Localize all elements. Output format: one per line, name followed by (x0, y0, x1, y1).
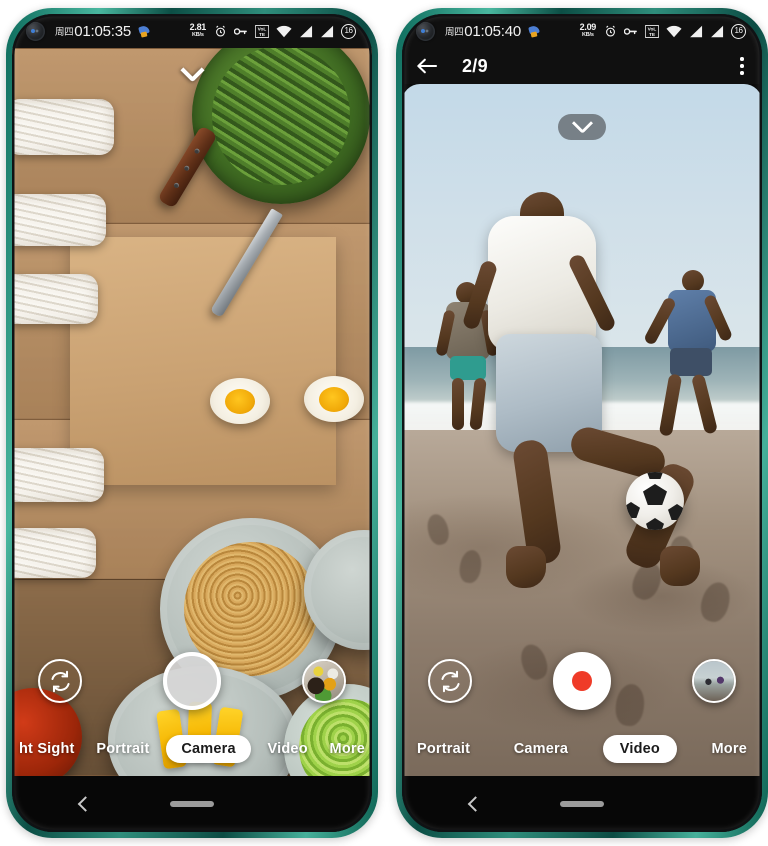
wifi-icon (666, 25, 682, 37)
status-bar-left: 周四 01:05:35 2.81 KB/s VoL TE 16 (12, 14, 372, 48)
camera-viewfinder-left[interactable]: ht Sight Portrait Camera Video More (12, 48, 372, 776)
noodle-bundle (12, 193, 106, 246)
mode-video[interactable]: Video (602, 735, 677, 763)
network-speed-unit: KB/s (581, 32, 594, 39)
camera-controls-left (12, 652, 372, 710)
collapse-viewfinder-button-left[interactable] (173, 57, 211, 86)
camera-flip-button-right[interactable] (428, 659, 472, 703)
mode-portrait[interactable]: Portrait (91, 735, 154, 763)
status-day-right: 周四 (445, 27, 464, 38)
home-pill-icon[interactable] (170, 801, 214, 807)
status-time-left: 01:05:35 (74, 22, 131, 40)
navigation-bar-right (402, 776, 762, 832)
overflow-menu-icon[interactable] (736, 53, 748, 79)
signal-1-icon (690, 25, 703, 37)
mode-video[interactable]: Video (263, 735, 313, 763)
svg-text:VoL: VoL (648, 26, 657, 32)
battery-level-left: 16 (344, 26, 353, 35)
cutting-board (69, 237, 336, 485)
mode-more[interactable]: More (703, 735, 756, 763)
signal-1-icon (300, 25, 313, 37)
record-dot-icon (572, 671, 592, 691)
status-icons-right: 2.09 KB/s VoL TE 16 (580, 23, 746, 39)
noodle-bundle (12, 448, 104, 503)
network-speed-value: 2.09 (579, 22, 597, 33)
mode-more[interactable]: More (325, 735, 370, 763)
phone-right-screen: 周四 01:05:40 2.09 KB/s VoL TE 16 2/9 Port… (402, 14, 762, 832)
status-icons-left: 2.81 KB/s VoL TE 16 (190, 23, 356, 39)
volte-icon: VoLTE (645, 24, 659, 38)
noodle-bundle (12, 273, 98, 324)
alarm-icon (606, 25, 615, 37)
boiled-egg (304, 376, 364, 422)
wifi-icon (276, 25, 292, 37)
noodle-bundle (12, 98, 114, 155)
phone-left-screen: 周四 01:05:35 2.81 KB/s VoL TE 16 ht Sight… (12, 14, 372, 832)
home-pill-icon[interactable] (560, 801, 604, 807)
mode-camera[interactable]: Camera (166, 735, 251, 763)
camera-flip-icon (440, 670, 460, 692)
network-speed-left: 2.81 KB/s (189, 22, 207, 39)
status-time-right: 01:05:40 (464, 22, 521, 40)
thumbnail-image-beach (694, 661, 734, 701)
network-speed-value: 2.81 (189, 22, 207, 33)
thumbnail-image-spices (304, 661, 344, 701)
camera-flip-button-left[interactable] (38, 659, 82, 703)
signal-2-icon (711, 25, 724, 37)
network-speed-unit: KB/s (191, 32, 204, 39)
front-camera-punchhole (26, 21, 45, 41)
camera-viewfinder-right[interactable]: Portrait Camera Video More (402, 84, 762, 776)
back-chevron-icon[interactable] (77, 796, 94, 812)
boiled-egg (210, 378, 270, 424)
noodle-bundle (12, 528, 96, 579)
gallery-thumbnail-right[interactable] (692, 659, 736, 703)
phone-right: 周四 01:05:40 2.09 KB/s VoL TE 16 2/9 Port… (396, 8, 768, 838)
camera-flip-icon (50, 670, 70, 692)
shutter-wrap-left (82, 652, 302, 710)
shutter-wrap-right (472, 652, 692, 710)
svg-text:VoL: VoL (258, 26, 267, 32)
key-icon (624, 27, 637, 35)
chevron-down-icon (179, 57, 205, 82)
battery-indicator-left: 16 (341, 23, 356, 39)
front-camera-punchhole (416, 21, 435, 41)
status-day-left: 周四 (55, 27, 74, 38)
video-record-button[interactable] (553, 652, 611, 710)
navigation-bar-left (12, 776, 372, 832)
battery-level-right: 16 (734, 26, 743, 35)
mode-night-sight[interactable]: ht Sight (14, 735, 80, 763)
svg-text:TE: TE (259, 31, 265, 37)
volte-icon: VoLTE (255, 24, 269, 38)
battery-indicator-right: 16 (731, 23, 746, 39)
back-arrow-icon[interactable] (416, 57, 438, 75)
key-icon (234, 27, 247, 35)
page-title: 2/9 (462, 55, 488, 76)
screenshot-stage: 周四 01:05:35 2.81 KB/s VoL TE 16 ht Sight… (0, 0, 768, 846)
alarm-icon (216, 25, 225, 37)
bird-app-icon (138, 25, 151, 38)
bird-app-icon (528, 25, 541, 38)
camera-mode-bar-right: Portrait Camera Video More (402, 732, 762, 766)
mode-camera[interactable]: Camera (505, 735, 577, 763)
photo-shutter-button[interactable] (163, 652, 221, 710)
mode-portrait[interactable]: Portrait (408, 735, 479, 763)
camera-controls-right (402, 652, 762, 710)
phone-left: 周四 01:05:35 2.81 KB/s VoL TE 16 ht Sight… (6, 8, 378, 838)
camera-mode-bar-left: ht Sight Portrait Camera Video More (12, 732, 372, 766)
network-speed-right: 2.09 KB/s (579, 22, 597, 39)
football (626, 472, 684, 530)
gallery-header: 2/9 (402, 48, 762, 84)
chevron-down-icon (571, 112, 593, 134)
gallery-thumbnail-left[interactable] (302, 659, 346, 703)
collapse-viewfinder-button-right[interactable] (558, 112, 606, 140)
svg-text:TE: TE (649, 31, 655, 37)
signal-2-icon (321, 25, 334, 37)
status-bar-right: 周四 01:05:40 2.09 KB/s VoL TE 16 (402, 14, 762, 48)
back-chevron-icon[interactable] (467, 796, 484, 812)
